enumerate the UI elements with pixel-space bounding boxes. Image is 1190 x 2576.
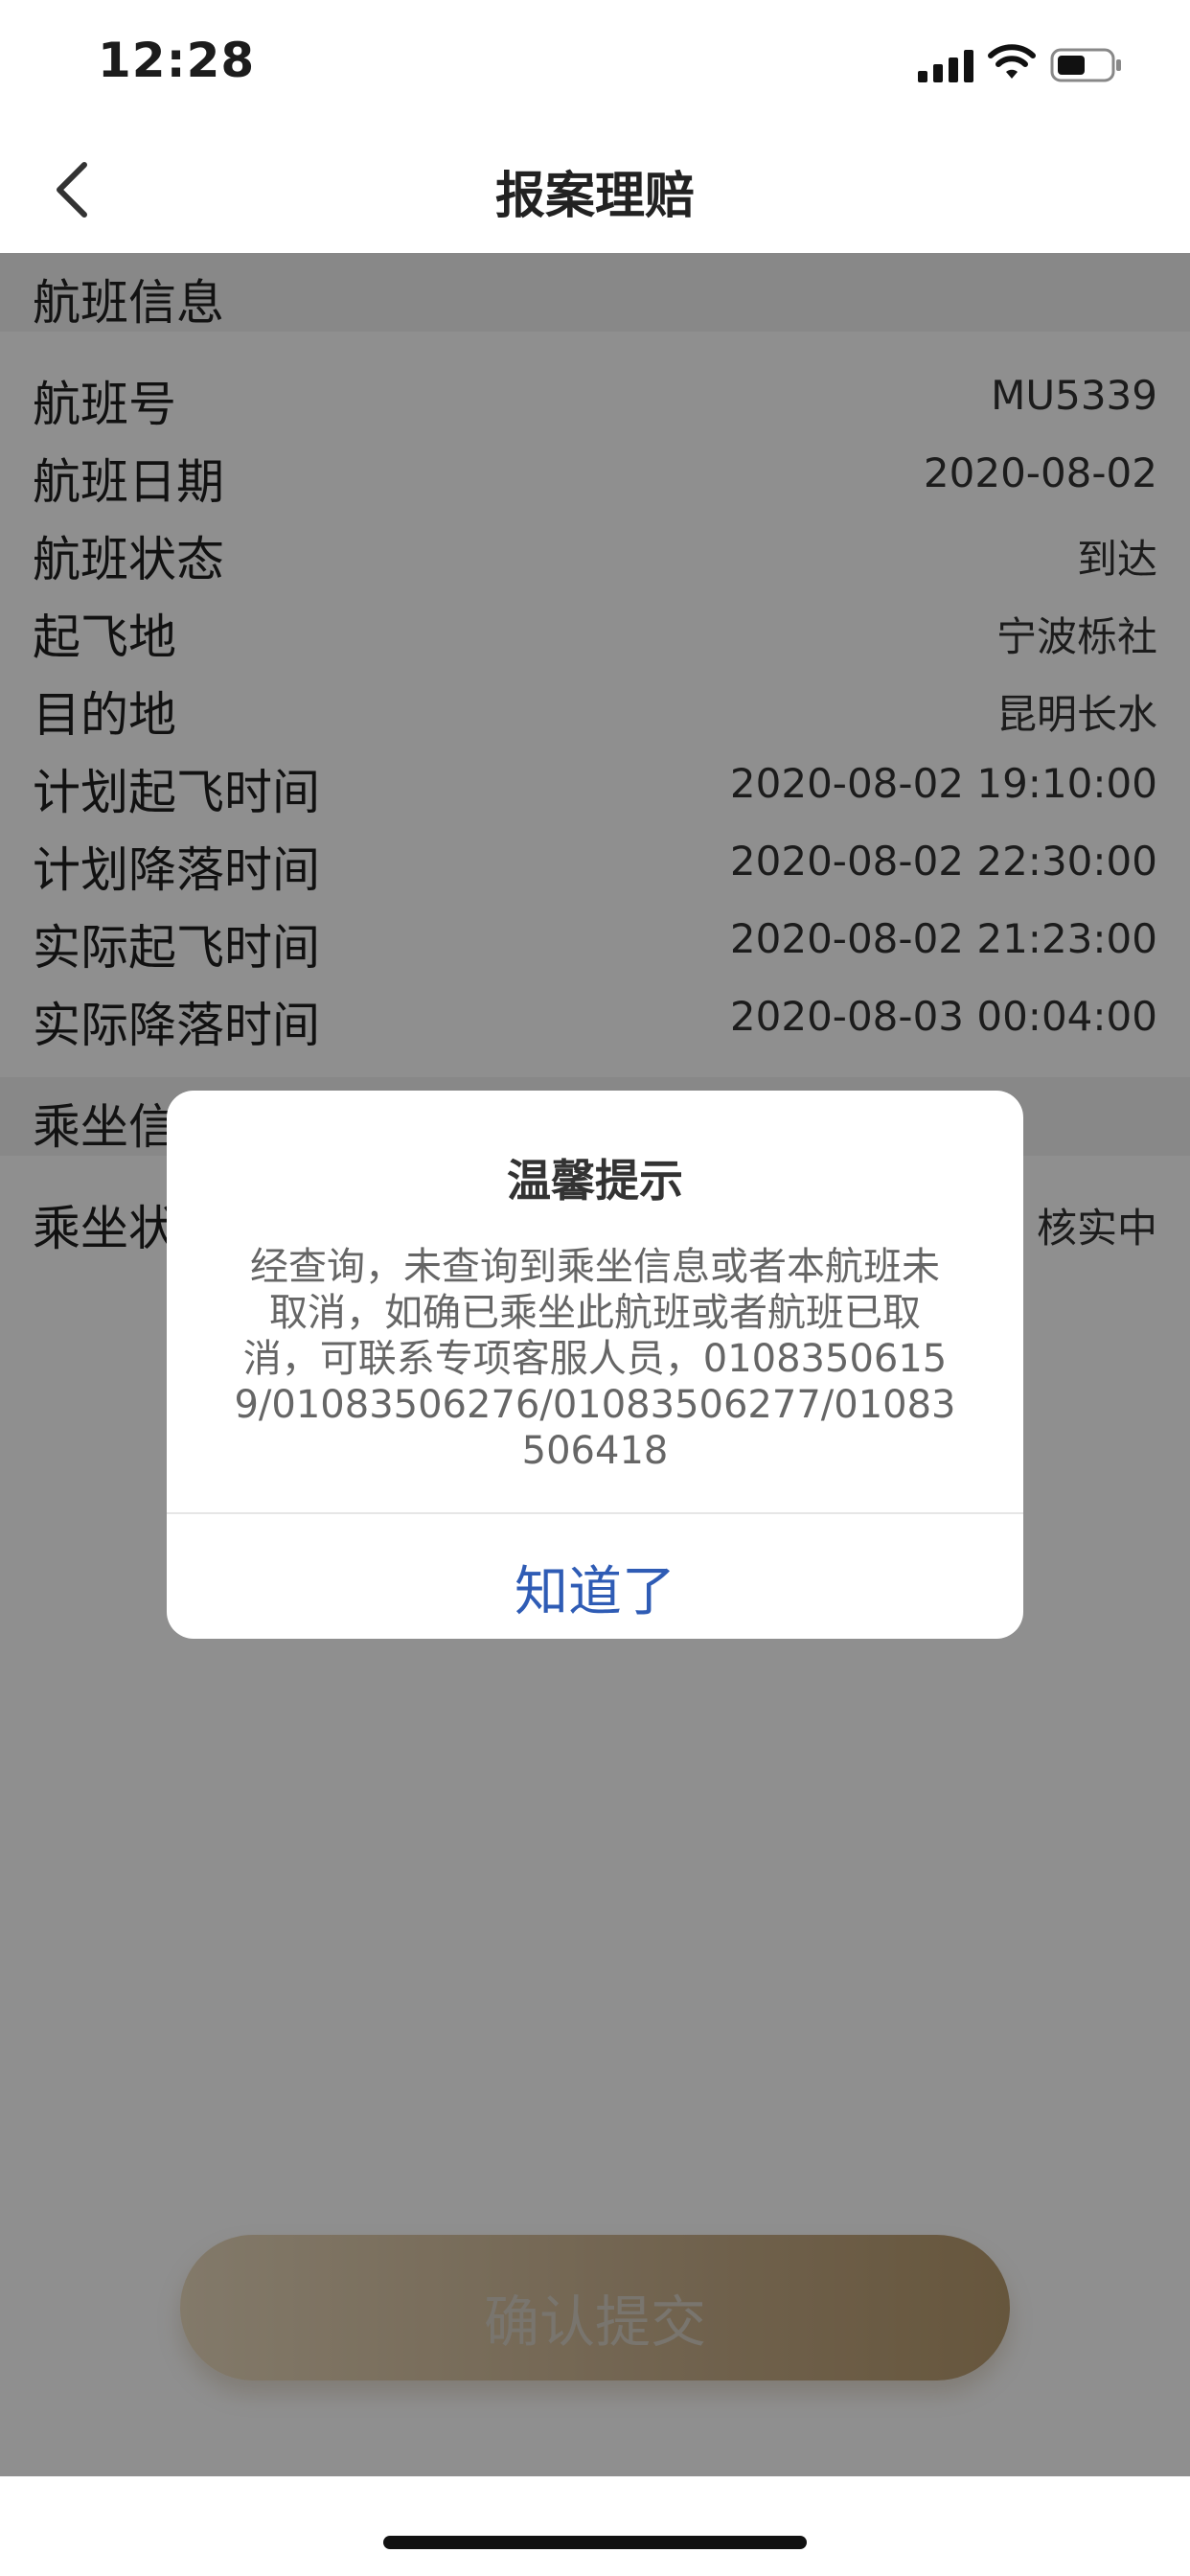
dialog-confirm-button[interactable]: 知道了 <box>167 1514 1023 1639</box>
dialog-message: 经查询，未查询到乘坐信息或者本航班未取消，如确已乘坐此航班或者航班已取消，可联系… <box>234 1245 956 1473</box>
home-indicator <box>383 2536 807 2549</box>
cellular-signal-icon <box>918 50 973 82</box>
battery-icon <box>1050 48 1121 82</box>
wifi-icon <box>988 44 1036 79</box>
navigation-bar: 报案理赔 <box>0 126 1190 253</box>
dialog-confirm-label: 知道了 <box>515 1561 675 1623</box>
status-time: 12:28 <box>98 33 256 88</box>
notice-dialog: 温馨提示 经查询，未查询到乘坐信息或者本航班未取消，如确已乘坐此航班或者航班已取… <box>167 1091 1023 1639</box>
status-bar: 12:28 <box>0 0 1190 126</box>
page-title: 报案理赔 <box>494 168 695 225</box>
dialog-title: 温馨提示 <box>507 1155 683 1207</box>
